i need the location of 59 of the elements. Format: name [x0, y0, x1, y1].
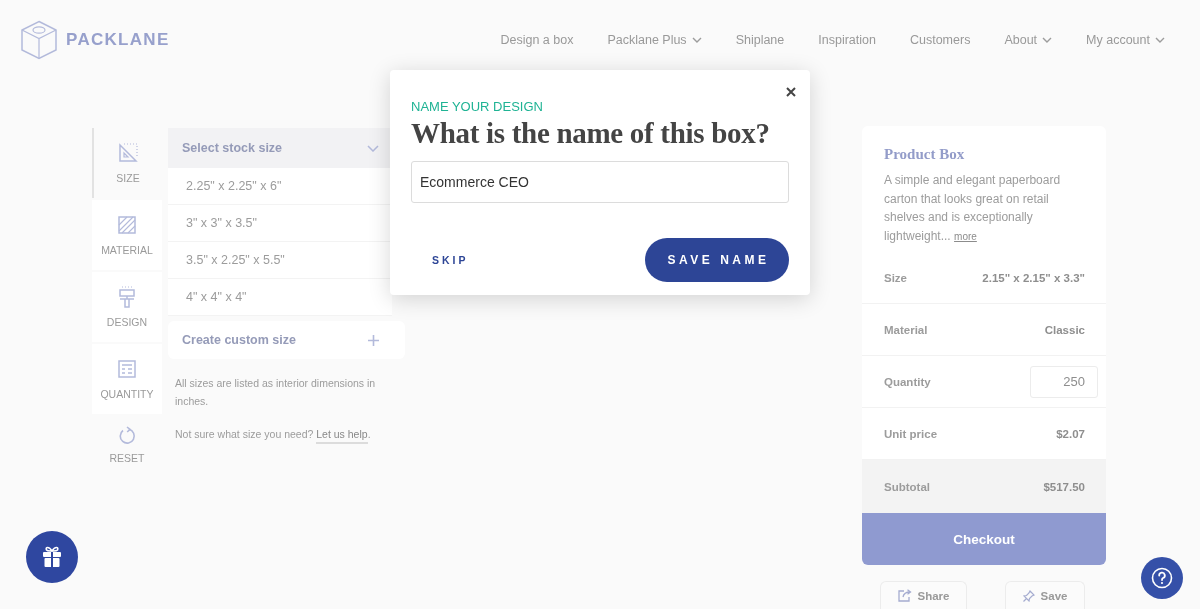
calculator-icon [116, 358, 138, 380]
row-value: $2.07 [1056, 427, 1085, 440]
paint-roller-icon [116, 286, 138, 308]
help-link[interactable]: Let us help [316, 428, 368, 444]
row-value: Classic [1044, 323, 1085, 336]
nav-link[interactable]: Customers [909, 33, 971, 47]
nav-link[interactable]: My account [1086, 33, 1165, 47]
plus-icon [368, 334, 379, 346]
nav-link[interactable]: Design a box [500, 33, 574, 47]
chevron-icon [1155, 37, 1165, 43]
row-value: $517.50 [1043, 480, 1085, 493]
row-label: Material [884, 323, 928, 336]
size-option[interactable]: 3" x 3" x 3.5" [168, 205, 392, 242]
custom-size-button[interactable]: Create custom size [168, 321, 405, 359]
nav-link[interactable]: Inspiration [818, 33, 876, 47]
row-label: Size [884, 271, 907, 284]
pin-icon [1022, 589, 1035, 602]
reset-button[interactable]: RESET [92, 426, 162, 470]
more-link[interactable]: more [954, 230, 977, 242]
save-name-button[interactable]: SAVE NAME [645, 238, 789, 282]
product-description: A simple and elegant paperboard carton that looks great on retail shelves and is exceptionally lightweight... more [884, 172, 1062, 245]
action-button[interactable]: Save [1005, 581, 1085, 609]
size-option[interactable]: 2.25" x 2.25" x 6" [168, 168, 392, 205]
step-tab[interactable]: QUANTITY [92, 344, 162, 414]
nav-link[interactable]: Shiplane [735, 33, 785, 47]
checkout-button[interactable]: Checkout [862, 513, 1106, 565]
chevron-icon [367, 144, 379, 152]
nav-link[interactable]: About [1004, 33, 1053, 47]
size-select[interactable]: Select stock size [168, 128, 392, 168]
row-value: 2.15" x 2.15" x 3.3" [982, 271, 1085, 284]
gift-icon [40, 545, 64, 569]
dialog-title: What is the name of this box? [411, 116, 771, 150]
nav-link[interactable]: Packlane Plus [607, 33, 702, 47]
size-option[interactable]: 4" x 4" x 4" [168, 279, 392, 316]
close-button[interactable] [785, 86, 797, 98]
gift-button[interactable] [26, 531, 78, 583]
chevron-icon [1042, 37, 1053, 43]
row-label: Unit price [884, 427, 938, 440]
step-tab[interactable]: SIZE [92, 128, 162, 198]
share-icon [897, 589, 912, 602]
help-icon [1151, 567, 1173, 589]
row-label: Subtotal [884, 480, 930, 493]
hatched-square-icon [116, 214, 138, 236]
design-name-input[interactable]: Ecommerce CEO [411, 161, 789, 203]
size-note: All sizes are listed as interior dimensions in inches. [175, 376, 377, 409]
quantity-input[interactable]: 250 [1030, 365, 1098, 398]
chevron-icon [691, 37, 702, 43]
skip-button[interactable]: SKIP [411, 248, 490, 272]
help-button[interactable] [1141, 557, 1183, 599]
close-icon [786, 87, 796, 97]
size-option[interactable]: 3.5" x 2.25" x 5.5" [168, 242, 392, 279]
dialog-eyebrow: NAME YOUR DESIGN [411, 99, 544, 114]
logo-text[interactable]: PACKLANE [66, 30, 170, 50]
action-button[interactable]: Share [880, 581, 967, 609]
step-tab[interactable]: DESIGN [92, 272, 162, 342]
step-tab[interactable]: MATERIAL [92, 200, 162, 270]
product-title: Product Box [884, 145, 966, 164]
row-label: Quantity [884, 375, 931, 388]
reset-icon [117, 426, 137, 446]
